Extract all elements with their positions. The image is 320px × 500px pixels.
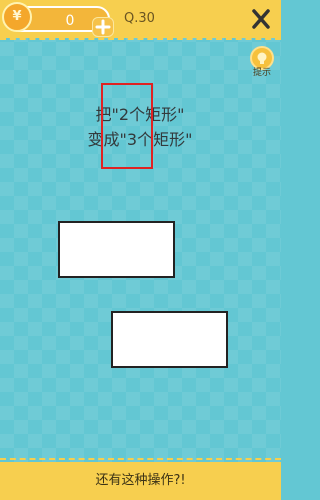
hint-label: 提示 [252,68,271,78]
top-bar: 0 ¥ Q.30 [0,0,281,38]
close-icon [252,9,270,29]
coin-count: 0 [65,13,75,29]
bottom-bar: 还有这种操作?! [0,462,281,500]
level-label: Q.30 [124,11,155,26]
close-button[interactable] [241,0,281,38]
plus-icon [95,19,111,35]
hint-button[interactable]: 提示 [248,46,276,80]
coin-icon: ¥ [2,2,32,32]
rectangle-1[interactable] [58,221,175,278]
bottom-caption: 还有这种操作?! [95,473,186,488]
top-divider [0,38,281,40]
add-coins-button[interactable] [92,17,114,37]
lightbulb-icon [250,46,274,70]
rectangle-2[interactable] [111,311,228,368]
bottom-divider [0,458,281,460]
red-highlight-frame[interactable] [101,83,153,169]
game-screen: 0 ¥ Q.30 提示 把"2个矩形" 变成"3个矩形" 还有这种操作?! [0,0,281,500]
